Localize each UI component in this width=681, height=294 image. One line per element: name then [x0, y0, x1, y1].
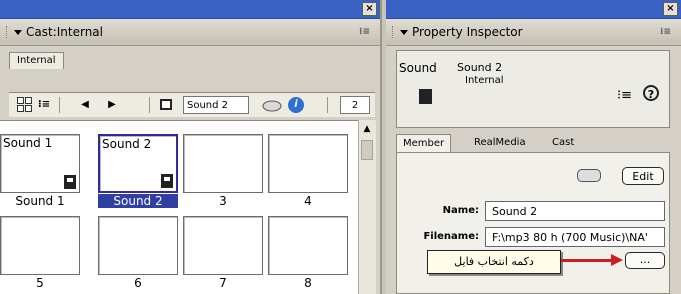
member-name-field[interactable]: Sound 2: [183, 96, 249, 114]
list-view-icon[interactable]: ⁝≡: [37, 97, 51, 113]
grip-icon[interactable]: [392, 26, 395, 38]
cast-panel-header[interactable]: Cast:Internal ⁝≡: [0, 19, 380, 46]
toolbar-separator: [59, 97, 60, 113]
cast-toolbar: ⁝≡ ◀ ▶ Sound 2 i 2: [9, 92, 375, 117]
member-thumbnail-name: Sound 2: [102, 137, 152, 151]
cast-member-thumbnail[interactable]: [0, 216, 80, 275]
next-member-icon[interactable]: ▶: [106, 97, 118, 113]
scroll-up-arrow-icon[interactable]: ▲: [361, 123, 373, 135]
summary-member-name: Sound 2: [457, 61, 503, 74]
cast-window: × Cast:Internal ⁝≡ Internal ⁝≡ ◀ ▶ Sound…: [0, 0, 382, 294]
member-label: 7: [219, 276, 227, 290]
cast-close-button[interactable]: ×: [362, 2, 377, 16]
member-tab-content: Edit Name: Sound 2 Filename: F:\mp3 80 h…: [396, 152, 670, 294]
tab-internal[interactable]: Internal: [9, 52, 64, 69]
cast-tabstrip: Internal: [0, 46, 380, 69]
thumbnail-view-icon[interactable]: [17, 97, 33, 113]
filename-field[interactable]: F:\mp3 80 h (700 Music)\NA': [485, 227, 665, 247]
browse-file-button[interactable]: ...: [625, 252, 665, 269]
previous-member-icon[interactable]: ◀: [79, 97, 91, 113]
summary-cast-name: Internal: [465, 75, 504, 86]
member-properties-icon[interactable]: i: [288, 97, 304, 113]
tab-member[interactable]: Member: [396, 134, 452, 153]
drag-member-icon[interactable]: [160, 99, 172, 110]
member-label: 6: [134, 276, 142, 290]
member-type-label: Sound: [399, 61, 437, 75]
toolbar-separator: [327, 97, 328, 113]
collapse-triangle-icon[interactable]: [14, 30, 22, 35]
cast-member-thumbnail[interactable]: [183, 134, 263, 193]
cast-panel-title: Cast:Internal: [26, 25, 103, 39]
member-label: 8: [304, 276, 312, 290]
name-label: Name:: [442, 205, 479, 216]
member-label: Sound 2: [98, 194, 178, 208]
property-panel-header[interactable]: Property Inspector ⁝≡: [386, 19, 681, 46]
edit-button[interactable]: Edit: [622, 167, 664, 185]
callout-arrowhead: [611, 254, 623, 266]
sound-member-icon: [161, 174, 173, 188]
browse-callout: دکمه انتخاب فایل: [427, 250, 561, 274]
cast-titlebar: ×: [0, 0, 380, 19]
property-tabs: Member RealMedia Cast: [396, 132, 670, 153]
cast-member-thumbnail[interactable]: Sound 1: [0, 134, 80, 193]
cast-member-grid: Sound 1 Sound 1 Sound 2 Sound 2 3 4 5 6 …: [0, 120, 358, 294]
sound-member-icon: [64, 175, 76, 189]
tab-cast[interactable]: Cast: [546, 134, 580, 152]
panel-options-icon[interactable]: ⁝≡: [359, 27, 370, 37]
cast-member-thumbnail[interactable]: [183, 216, 263, 275]
script-icon[interactable]: [261, 97, 287, 113]
property-inspector-window: × Property Inspector ⁝≡ Sound Sound 2 In…: [386, 0, 681, 294]
help-icon[interactable]: ?: [643, 85, 659, 101]
grip-icon[interactable]: [6, 26, 9, 38]
vertical-scrollbar[interactable]: ▲: [358, 120, 376, 294]
member-label: 3: [219, 194, 227, 208]
toolbar-separator: [149, 97, 150, 113]
cast-member-thumbnail[interactable]: [98, 216, 178, 275]
member-name-field[interactable]: Sound 2: [485, 201, 665, 221]
member-thumbnail-name: Sound 1: [3, 136, 53, 150]
collapse-triangle-icon[interactable]: [400, 30, 408, 35]
property-close-button[interactable]: ×: [663, 2, 678, 16]
list-view-icon[interactable]: ⁝≡: [617, 88, 632, 103]
panel-options-icon[interactable]: ⁝≡: [660, 27, 671, 37]
cast-member-thumbnail[interactable]: Sound 2: [98, 134, 178, 193]
filename-label: Filename:: [423, 231, 479, 242]
script-icon[interactable]: [577, 169, 601, 182]
member-number-field[interactable]: 2: [340, 96, 370, 114]
member-label: Sound 1: [15, 194, 65, 208]
cast-member-thumbnail[interactable]: [268, 216, 348, 275]
member-label: 4: [304, 194, 312, 208]
member-label: 5: [36, 276, 44, 290]
callout-arrow: [561, 259, 613, 262]
sound-member-icon: [419, 89, 432, 104]
tab-realmedia[interactable]: RealMedia: [468, 134, 532, 152]
scrollbar-thumb[interactable]: [361, 140, 373, 160]
property-panel-title: Property Inspector: [412, 25, 523, 39]
property-titlebar: ×: [386, 0, 681, 19]
member-summary: Sound Sound 2 Internal ⁝≡ ?: [396, 50, 670, 128]
cast-member-thumbnail[interactable]: [268, 134, 348, 193]
